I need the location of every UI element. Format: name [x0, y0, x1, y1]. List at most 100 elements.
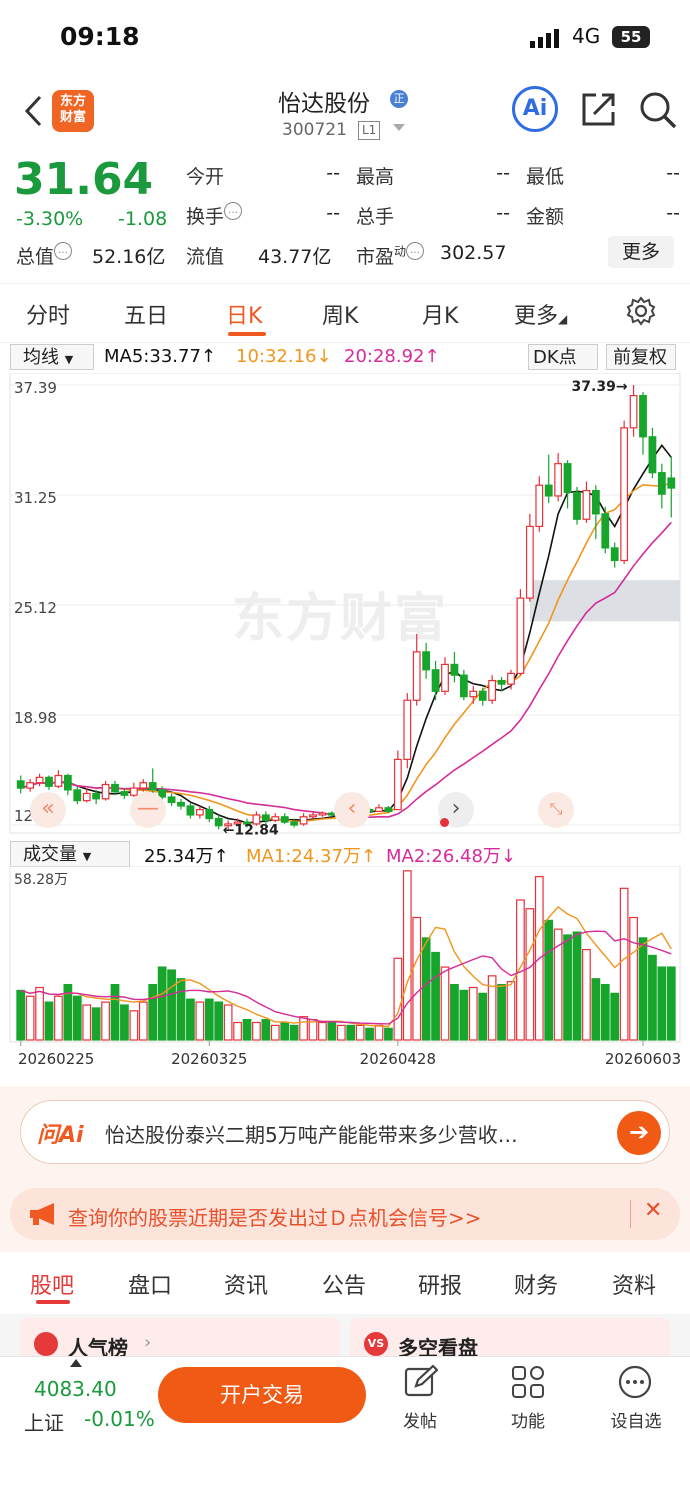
volume-bar [393, 957, 403, 1041]
gear-icon[interactable] [626, 296, 656, 326]
tab-weekly-k[interactable]: 周K [322, 298, 358, 330]
candle-body [167, 796, 176, 804]
pe-value: 302.57 [440, 242, 507, 264]
post-label[interactable]: 发帖 [380, 1407, 460, 1432]
volume-bar [176, 978, 186, 1041]
watchlist-label[interactable]: 设自选 [596, 1407, 676, 1432]
zoom-out-icon[interactable]: — [130, 792, 166, 828]
volume-bar [223, 1004, 233, 1041]
volume-label: 总手 [356, 206, 395, 228]
info-icon[interactable]: … [406, 242, 425, 260]
prev-icon[interactable]: ‹ [334, 792, 370, 828]
candle-body [441, 663, 449, 692]
volume-selector[interactable]: 成交量 ▼ [10, 841, 130, 867]
candle-body [73, 789, 82, 802]
candle-body [214, 817, 223, 827]
tab-finance[interactable]: 财务 [514, 1268, 558, 1300]
volume-bar [638, 937, 648, 1041]
bull-bear-card[interactable]: VS 多空看盘 [350, 1318, 670, 1360]
function-label[interactable]: 功能 [488, 1407, 568, 1432]
candle-body [657, 472, 666, 495]
volume-bar [35, 986, 44, 1041]
volume-chart[interactable]: 58.28万 20260225 20260325 20260428 20260603 [0, 866, 690, 1086]
info-icon[interactable]: … [54, 242, 73, 260]
tab-forum[interactable]: 股吧 [30, 1268, 74, 1300]
index-value[interactable]: 4083.40 [34, 1377, 117, 1401]
volume-bar [374, 1024, 384, 1041]
candle-body [516, 597, 525, 674]
candle-body [120, 791, 129, 796]
tab-intraday[interactable]: 分时 [26, 298, 70, 330]
tab-announcements[interactable]: 公告 [322, 1268, 366, 1300]
volume-bar [610, 992, 620, 1041]
indicator-bar: 均线 ▼ MA5:33.77↑ 10:32.16↓ 20:28.92↑ DK点 … [0, 341, 690, 373]
active-tab-indicator [36, 1300, 70, 1304]
rewind-icon[interactable]: « [30, 792, 66, 828]
fullscreen-icon[interactable]: ⤡ [538, 792, 574, 828]
volume-ma2: MA2:26.48万↓ [386, 846, 516, 867]
kline-chart[interactable]: 37.3931.2525.1218.9812.8437.39→←12.84 [0, 373, 690, 838]
level-badge[interactable]: L1 [358, 121, 381, 140]
volume-bar [261, 1018, 271, 1041]
ai-button[interactable]: Ai [512, 86, 558, 132]
edit-icon[interactable] [404, 1365, 438, 1399]
info-icon[interactable]: … [224, 202, 243, 220]
expand-up-icon[interactable] [70, 1359, 82, 1367]
volume-bar [289, 1024, 299, 1041]
amount-label: 金额 [526, 206, 565, 228]
chevron-down-icon[interactable] [393, 124, 405, 131]
candle-body [610, 547, 619, 562]
volume-bar [525, 908, 535, 1041]
tab-five-day[interactable]: 五日 [124, 298, 168, 330]
candle-body [280, 816, 289, 823]
tab-profile[interactable]: 资料 [612, 1268, 656, 1300]
tab-news[interactable]: 资讯 [224, 1268, 268, 1300]
network-type: 4G [572, 24, 601, 48]
volume-bar [355, 1024, 365, 1041]
candle-body [422, 651, 431, 671]
candle-body [92, 792, 101, 800]
volume-bar [82, 1004, 92, 1041]
share-icon[interactable] [580, 90, 618, 128]
open-account-trade-button[interactable]: 开户交易 [158, 1367, 366, 1423]
back-arrow-icon[interactable] [22, 94, 46, 128]
candle-body [478, 690, 487, 701]
ma-selector[interactable]: 均线 ▼ [10, 344, 94, 370]
candle-body [54, 774, 63, 787]
dk-signal-alert[interactable]: 查询你的股票近期是否发出过Ｄ点机会信号>> ✕ [10, 1188, 680, 1240]
ma20-value: 20:28.92↑ [344, 346, 440, 367]
candle-body [450, 663, 459, 676]
close-icon[interactable]: ✕ [644, 1198, 662, 1223]
more-circle-icon[interactable] [618, 1365, 652, 1399]
turnover-value: -- [326, 202, 340, 224]
candle-body [582, 489, 591, 520]
index-name[interactable]: 上证 [24, 1407, 64, 1436]
adjust-button[interactable]: 前复权 [606, 344, 676, 370]
volume-bar [16, 989, 26, 1041]
tab-monthly-k[interactable]: 月K [422, 298, 458, 330]
volume-ma1: MA1:24.37万↑ [246, 846, 376, 867]
index-change[interactable]: -0.01% [84, 1407, 155, 1431]
search-icon[interactable] [638, 90, 678, 130]
dk-point-button[interactable]: DK点 [528, 344, 598, 370]
popularity-card[interactable]: 人气榜 › [20, 1318, 340, 1360]
total-mv-value: 52.16亿 [92, 246, 166, 268]
volume-bar [346, 1024, 356, 1041]
turnover-label: 换手… [186, 202, 243, 229]
status-bar: 09:18 4G 55 [0, 0, 690, 76]
tab-order-book[interactable]: 盘口 [128, 1268, 172, 1300]
candle-body [318, 812, 327, 816]
tab-daily-k[interactable]: 日K [226, 298, 262, 330]
candle-body [469, 690, 478, 698]
arrow-right-icon[interactable]: ➔ [617, 1111, 661, 1155]
tab-research[interactable]: 研报 [418, 1268, 462, 1300]
candle-body [111, 783, 119, 793]
ai-question-box[interactable]: 问Ai 怡达股份泰兴二期5万吨产能能带来多少营收… ➔ [20, 1100, 670, 1164]
candle-body [459, 674, 468, 698]
tab-more[interactable]: 更多◢ [514, 298, 567, 330]
candle-body [563, 463, 572, 493]
volume-bar [666, 966, 676, 1041]
volume-bar [431, 951, 440, 1041]
grid-icon[interactable] [511, 1365, 545, 1399]
more-button[interactable]: 更多 [608, 236, 674, 268]
